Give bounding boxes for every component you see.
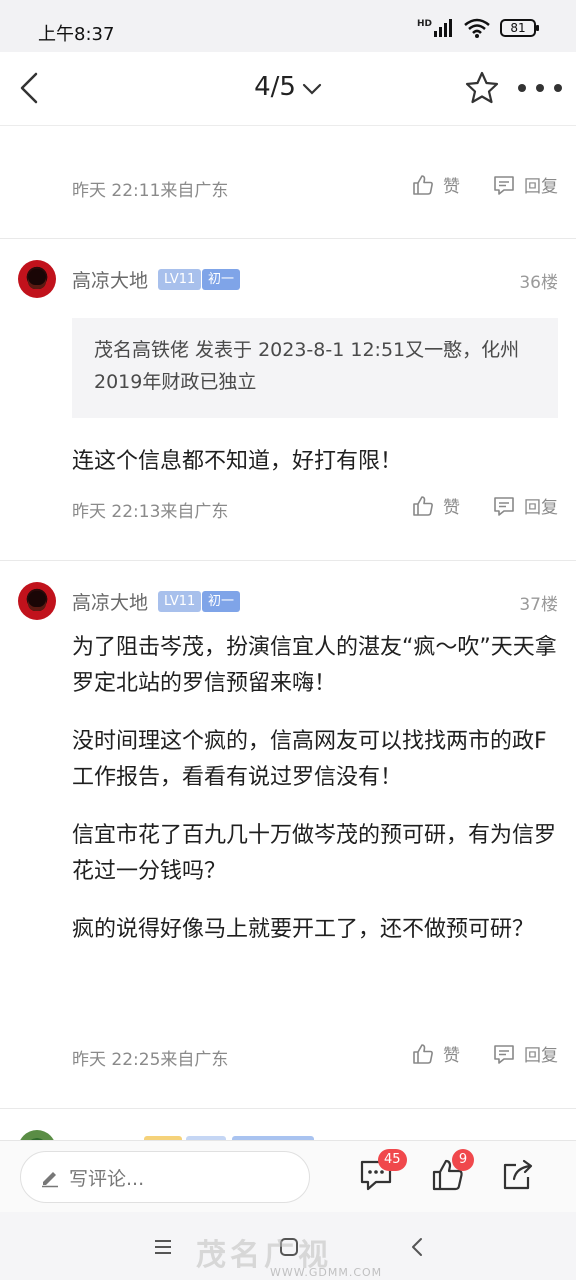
wifi-icon — [464, 18, 490, 38]
menu-button[interactable] — [148, 1232, 178, 1262]
post-meta: 昨天 22:11来自广东 赞 回复 — [72, 172, 558, 202]
star-icon — [465, 71, 499, 104]
triangle-back-icon — [412, 1238, 422, 1256]
floor-number: 36楼 — [519, 273, 558, 293]
battery-icon: 81 — [500, 19, 539, 37]
level-badge: LV11 — [158, 269, 202, 290]
reply-button[interactable]: 回复 — [492, 493, 558, 518]
like-count-badge: 9 — [452, 1149, 474, 1171]
post-time-location: 昨天 22:11来自广东 — [72, 181, 229, 201]
like-label: 赞 — [443, 498, 460, 518]
comment-input[interactable]: 写评论... — [20, 1151, 310, 1203]
reply-label: 回复 — [524, 498, 558, 518]
divider — [0, 238, 576, 239]
post-paragraph: 信宜市花了百九几十万做岑茂的预可研，有为信罗花过一分钱吗？ — [72, 823, 557, 884]
post-meta: 昨天 22:13来自广东 赞 回复 — [72, 493, 558, 523]
system-nav-bar: 茂名广视 WWW.GDMM.COM — [0, 1212, 576, 1280]
like-post-button[interactable]: 9 — [430, 1149, 474, 1197]
thumbs-up-icon — [413, 174, 433, 195]
comments-button[interactable]: 45 — [358, 1149, 407, 1197]
post-paragraph: 连这个信息都不知道，好打有限！ — [72, 449, 403, 474]
like-label: 赞 — [443, 1046, 460, 1066]
username[interactable]: 高凉大地 — [72, 266, 148, 293]
avatar[interactable] — [18, 1130, 56, 1140]
thumbs-up-icon — [413, 495, 433, 516]
reply-label: 回复 — [524, 177, 558, 197]
level-badge: LV11 — [158, 591, 202, 612]
more-dot-icon — [536, 84, 544, 92]
quoted-post[interactable]: 茂名高铁佬 发表于 2023-8-1 12:51又一憨，化州2019年财政已独立 — [72, 318, 558, 418]
watermark-url: WWW.GDMM.COM — [270, 1266, 383, 1279]
avatar[interactable] — [18, 260, 56, 298]
top-nav: 4/5 — [0, 52, 576, 126]
post-paragraph: 疯的说得好像马上就要开工了，还不做预可研？ — [72, 917, 535, 942]
comment-icon — [494, 496, 514, 516]
bottom-action-bar: 写评论... 45 9 — [0, 1140, 576, 1212]
pencil-icon — [42, 1172, 58, 1188]
comment-placeholder: 写评论... — [69, 1167, 145, 1190]
share-button[interactable] — [500, 1157, 540, 1197]
divider — [0, 1108, 576, 1109]
post-list[interactable]: 昨天 22:11来自广东 赞 回复 高凉大地 LV11 初一 36楼 茂名高铁佬… — [0, 126, 576, 1140]
post-meta: 昨天 22:25来自广东 赞 回复 — [72, 1041, 558, 1071]
page-indicator-label: 4/5 — [254, 72, 296, 102]
reply-label: 回复 — [524, 1046, 558, 1066]
status-icons: HD 81 — [417, 18, 539, 38]
post-body: 连这个信息都不知道，好打有限！ — [72, 444, 558, 480]
reply-button[interactable]: 回复 — [492, 172, 558, 197]
like-button[interactable]: 赞 — [411, 493, 460, 518]
floor-number: 37楼 — [519, 595, 558, 615]
post-time-location: 昨天 22:25来自广东 — [72, 1050, 229, 1070]
avatar[interactable] — [18, 582, 56, 620]
comment-icon — [494, 175, 514, 195]
more-dot-icon — [554, 84, 562, 92]
system-back-button[interactable] — [402, 1232, 432, 1262]
menu-icon — [155, 1240, 171, 1254]
hd-signal-icon: HD — [417, 19, 454, 37]
post-paragraph: 没时间理这个疯的，信高网友可以找找两市的政F工作报告，看看有说过罗信没有！ — [72, 729, 547, 790]
like-button[interactable]: 赞 — [411, 172, 460, 197]
divider — [0, 560, 576, 561]
more-options-button[interactable] — [518, 74, 562, 102]
post-body: 为了阻击岑茂，扮演信宜人的湛友“疯～吹”天天拿罗定北站的罗信预留来嗨！ 没时间理… — [72, 630, 558, 948]
username[interactable]: 高凉大地 — [72, 588, 148, 615]
rank-badge: 初一 — [202, 269, 241, 290]
comment-count-badge: 45 — [378, 1149, 407, 1171]
post-time-location: 昨天 22:13来自广东 — [72, 502, 229, 522]
reply-button[interactable]: 回复 — [492, 1041, 558, 1066]
share-icon — [503, 1159, 533, 1190]
chevron-down-icon — [302, 73, 322, 103]
post-paragraph: 为了阻击岑茂，扮演信宜人的湛友“疯～吹”天天拿罗定北站的罗信预留来嗨！ — [72, 635, 557, 696]
status-bar: 上午8:37 HD 81 — [0, 0, 576, 52]
like-button[interactable]: 赞 — [411, 1041, 460, 1066]
thumbs-up-icon — [413, 1043, 433, 1064]
comment-icon — [494, 1044, 514, 1064]
favorite-button[interactable] — [462, 68, 502, 108]
like-label: 赞 — [443, 177, 460, 197]
rank-badge: 初一 — [202, 591, 241, 612]
status-time: 上午8:37 — [38, 24, 115, 45]
more-dot-icon — [518, 84, 526, 92]
